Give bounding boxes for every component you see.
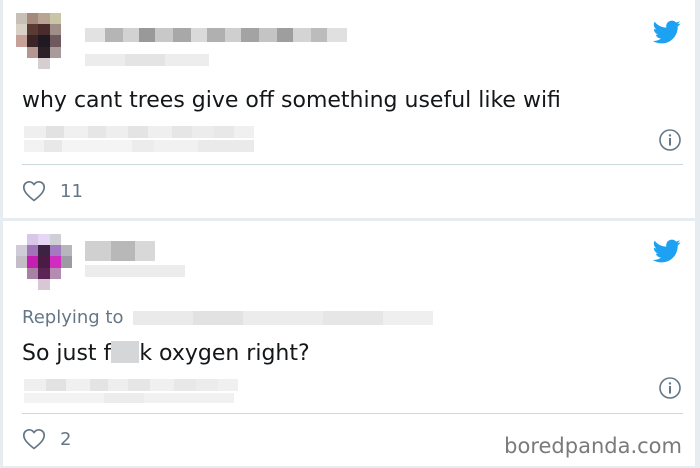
display-name-redacted[interactable] [85,28,347,42]
like-action[interactable]: 2 [22,428,71,450]
info-icon[interactable] [658,376,682,400]
divider [22,413,683,414]
censor-block [111,341,140,363]
tweet-card-1: why cant trees give off something useful… [3,0,695,218]
timestamp-redacted-2 [24,393,234,403]
handle-redacted[interactable] [85,265,185,277]
timestamp-redacted[interactable] [24,379,238,391]
replying-to: Replying to [22,307,434,328]
timestamp-redacted-2 [24,140,254,152]
like-action[interactable]: 11 [22,180,83,202]
divider [22,164,683,165]
tweet-text: So just f k oxygen right? [22,341,310,366]
tweet-text-end: k oxygen right? [139,341,310,366]
replying-label: Replying to [22,307,124,328]
tweet-card-2: Replying to So just f k oxygen right? 2 b… [3,221,695,466]
info-icon[interactable] [658,128,682,152]
tweet-text: why cant trees give off something useful… [22,88,561,113]
handle-redacted[interactable] [85,54,209,66]
twitter-bird-icon[interactable] [651,237,683,265]
like-count: 11 [60,180,83,202]
heart-outline-icon[interactable] [22,180,46,202]
avatar[interactable] [16,13,72,69]
replying-handle-redacted[interactable] [133,310,434,325]
watermark: boredpanda.com [504,434,682,458]
twitter-bird-icon[interactable] [651,18,683,46]
tweet-text-start: So just f [22,341,112,366]
avatar[interactable] [16,234,72,290]
heart-outline-icon[interactable] [22,428,46,450]
like-count: 2 [60,428,72,450]
timestamp-redacted[interactable] [24,126,254,138]
display-name-redacted[interactable] [85,241,155,261]
